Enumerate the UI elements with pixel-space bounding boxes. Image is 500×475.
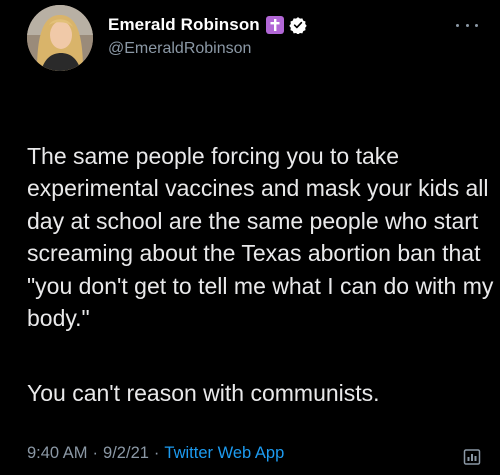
analytics-icon[interactable] [462, 447, 482, 467]
author-name-row: Emerald Robinson [108, 14, 307, 36]
author-handle[interactable]: @EmeraldRobinson [108, 40, 251, 58]
tweet-paragraph: The same people forcing you to take expe… [27, 142, 494, 332]
verified-checkmark-icon [289, 17, 307, 34]
dot [475, 23, 478, 27]
meta-separator: · [92, 444, 99, 462]
tweet-source-link[interactable]: Twitter Web App [164, 444, 284, 463]
cross-icon [265, 16, 284, 34]
tweet-date[interactable]: 9/2/21 [103, 444, 149, 463]
tweet-paragraph: You can't reason with communists. [27, 380, 380, 406]
display-name[interactable]: Emerald Robinson [108, 15, 260, 35]
meta-separator: · [153, 444, 160, 462]
dot [465, 23, 469, 27]
tweet-time[interactable]: 9:40 AM [27, 444, 88, 463]
more-options-icon[interactable] [456, 20, 478, 30]
avatar[interactable] [27, 5, 93, 71]
tweet-text: The same people forcing you to take expe… [27, 107, 497, 452]
dot [456, 23, 459, 27]
tweet-meta: 9:40 AM · 9/2/21 · Twitter Web App [27, 444, 284, 463]
avatar-image [27, 5, 93, 71]
